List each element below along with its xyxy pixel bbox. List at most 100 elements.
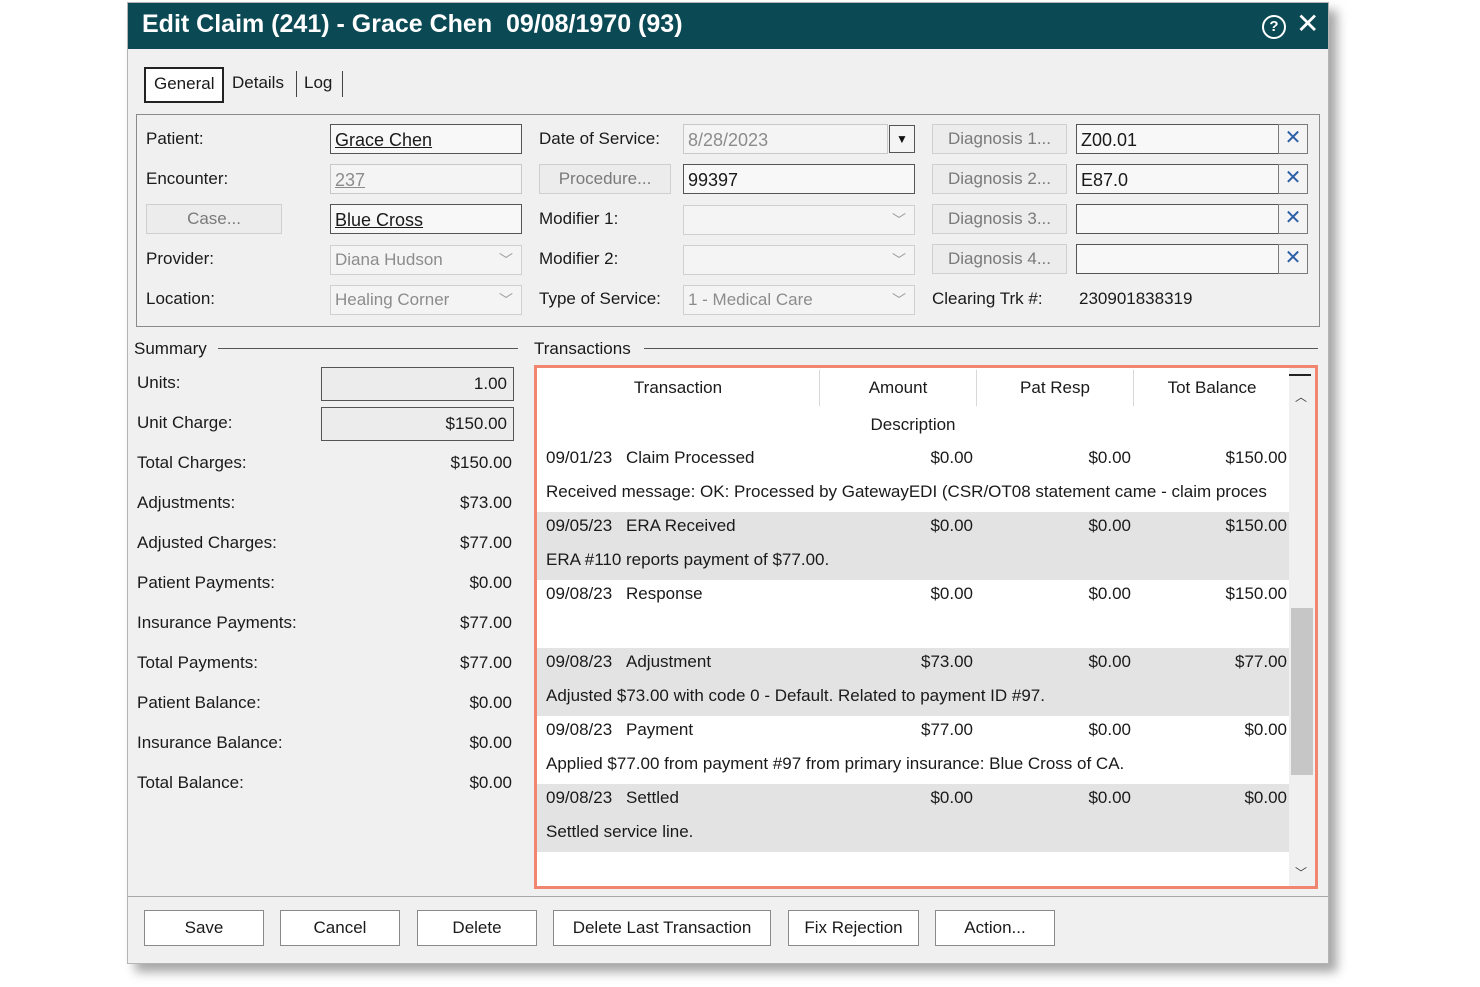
- summary-value: $150.00: [450, 453, 512, 472]
- diagnosis3-field[interactable]: [1076, 204, 1280, 234]
- column-header-tot-balance[interactable]: Tot Balance: [1134, 378, 1290, 398]
- date-dropdown-button[interactable]: ▼: [889, 125, 915, 153]
- clear-diagnosis3-icon[interactable]: ✕: [1278, 204, 1308, 234]
- row-pat-resp: $0.00: [1088, 652, 1131, 671]
- chevron-down-icon: ﹀: [499, 292, 513, 308]
- diagnosis3-button[interactable]: Diagnosis 3...: [932, 204, 1067, 234]
- window-title: Edit Claim (241) - Grace Chen 09/08/1970…: [142, 10, 683, 38]
- summary-label: Patient Balance:: [137, 693, 261, 712]
- row-description: ERA #110 reports payment of $77.00.: [546, 550, 830, 569]
- unit-charge-field[interactable]: $150.00: [321, 407, 514, 441]
- vertical-scrollbar[interactable]: ︿ ﹀: [1289, 368, 1315, 886]
- type-of-service-label: Type of Service:: [539, 289, 661, 308]
- case-field[interactable]: Blue Cross: [330, 204, 522, 234]
- close-icon[interactable]: ✕: [1296, 9, 1319, 39]
- encounter-field[interactable]: 237: [330, 164, 522, 194]
- row-type: Response: [626, 584, 703, 603]
- clearing-trk-label: Clearing Trk #:: [932, 289, 1043, 308]
- type-of-service-select[interactable]: 1 - Medical Care ﹀: [683, 285, 915, 315]
- provider-select[interactable]: Diana Hudson ﹀: [330, 245, 522, 275]
- clear-diagnosis2-icon[interactable]: ✕: [1278, 164, 1308, 194]
- summary-value: $77.00: [460, 613, 512, 632]
- help-icon[interactable]: ?: [1262, 15, 1286, 39]
- row-type: Payment: [626, 720, 694, 739]
- clear-diagnosis4-icon[interactable]: ✕: [1278, 244, 1308, 274]
- delete-last-transaction-button[interactable]: Delete Last Transaction: [553, 910, 771, 946]
- diagnosis1-button[interactable]: Diagnosis 1...: [932, 124, 1067, 154]
- delete-button[interactable]: Delete: [417, 910, 537, 946]
- row-tot-balance: $150.00: [1225, 448, 1287, 467]
- table-row[interactable]: 09/01/23 Claim Processed $0.00 $0.00 $15…: [537, 444, 1289, 512]
- row-amount: $0.00: [930, 788, 973, 807]
- grid-header: Transaction Amount Pat Resp Tot Balance …: [537, 368, 1289, 444]
- table-row[interactable]: 09/08/23 Response $0.00 $0.00 $150.00: [537, 580, 1289, 648]
- scrollbar-corner: [1289, 374, 1311, 376]
- location-value: Healing Corner: [335, 290, 450, 309]
- tab-log[interactable]: Log: [296, 67, 340, 99]
- scrollbar-thumb[interactable]: [1291, 608, 1313, 775]
- row-type: Settled: [626, 788, 679, 807]
- transactions-divider: [644, 348, 1318, 349]
- fix-rejection-button[interactable]: Fix Rejection: [788, 910, 919, 946]
- chevron-down-icon[interactable]: ﹀: [1295, 864, 1307, 881]
- diagnosis1-field[interactable]: Z00.01: [1076, 124, 1280, 154]
- location-select[interactable]: Healing Corner ﹀: [330, 285, 522, 315]
- modifier1-label: Modifier 1:: [539, 209, 619, 228]
- diagnosis4-field[interactable]: [1076, 244, 1280, 274]
- date-of-service-field[interactable]: 8/28/2023: [683, 124, 888, 154]
- row-date: 09/08/23: [546, 652, 613, 671]
- summary-label: Total Payments:: [137, 653, 258, 672]
- row-amount: $0.00: [930, 448, 973, 467]
- patient-field[interactable]: Grace Chen: [330, 124, 522, 154]
- modifier2-label: Modifier 2:: [539, 249, 619, 268]
- summary-value: $0.00: [469, 573, 512, 592]
- row-description: Settled service line.: [546, 822, 694, 841]
- provider-value: Diana Hudson: [335, 250, 443, 269]
- summary-value: $73.00: [460, 493, 512, 512]
- location-label: Location:: [146, 289, 215, 308]
- diagnosis2-button[interactable]: Diagnosis 2...: [932, 164, 1067, 194]
- procedure-field[interactable]: 99397: [683, 164, 915, 194]
- row-pat-resp: $0.00: [1088, 720, 1131, 739]
- summary-label: Total Charges:: [137, 453, 247, 472]
- footer-divider: [128, 896, 1328, 897]
- column-header-transaction[interactable]: Transaction: [537, 378, 819, 398]
- diagnosis4-button[interactable]: Diagnosis 4...: [932, 244, 1067, 274]
- cancel-button[interactable]: Cancel: [280, 910, 400, 946]
- row-tot-balance: $150.00: [1225, 584, 1287, 603]
- row-amount: $0.00: [930, 516, 973, 535]
- tab-details[interactable]: Details: [224, 67, 292, 99]
- summary-label: Adjustments:: [137, 493, 236, 512]
- summary-label: Units:: [137, 373, 181, 392]
- column-header-amount[interactable]: Amount: [820, 378, 976, 398]
- table-row[interactable]: 09/08/23 Payment $77.00 $0.00 $0.00 Appl…: [537, 716, 1289, 784]
- column-header-pat-resp[interactable]: Pat Resp: [977, 378, 1133, 398]
- general-panel: Patient: Grace Chen Encounter: 237 Case.…: [136, 114, 1320, 327]
- encounter-label: Encounter:: [146, 169, 229, 188]
- action-button[interactable]: Action...: [935, 910, 1055, 946]
- save-button[interactable]: Save: [144, 910, 264, 946]
- case-button[interactable]: Case...: [146, 204, 282, 234]
- diagnosis2-field[interactable]: E87.0: [1076, 164, 1280, 194]
- summary-value: $0.00: [469, 773, 512, 792]
- table-row[interactable]: 09/05/23 ERA Received $0.00 $0.00 $150.0…: [537, 512, 1289, 580]
- row-amount: $77.00: [921, 720, 973, 739]
- row-amount: $73.00: [921, 652, 973, 671]
- table-row[interactable]: 09/08/23 Adjustment $73.00 $0.00 $77.00 …: [537, 648, 1289, 716]
- summary-label: Total Balance:: [137, 773, 244, 792]
- clear-diagnosis1-icon[interactable]: ✕: [1278, 124, 1308, 154]
- units-field[interactable]: 1.00: [321, 367, 514, 401]
- row-description: Adjusted $73.00 with code 0 - Default. R…: [546, 686, 1045, 705]
- chevron-up-icon[interactable]: ︿: [1295, 388, 1307, 405]
- procedure-button[interactable]: Procedure...: [539, 164, 671, 194]
- transactions-grid[interactable]: Transaction Amount Pat Resp Tot Balance …: [534, 365, 1318, 889]
- modifier2-select[interactable]: ﹀: [683, 245, 915, 275]
- summary-value: $77.00: [460, 653, 512, 672]
- row-date: 09/08/23: [546, 584, 613, 603]
- tab-general[interactable]: General: [144, 67, 225, 103]
- modifier1-select[interactable]: ﹀: [683, 205, 915, 235]
- summary-label: Insurance Balance:: [137, 733, 283, 752]
- transactions-title: Transactions: [534, 339, 641, 359]
- table-row[interactable]: 09/08/23 Settled $0.00 $0.00 $0.00 Settl…: [537, 784, 1289, 852]
- row-type: ERA Received: [626, 516, 736, 535]
